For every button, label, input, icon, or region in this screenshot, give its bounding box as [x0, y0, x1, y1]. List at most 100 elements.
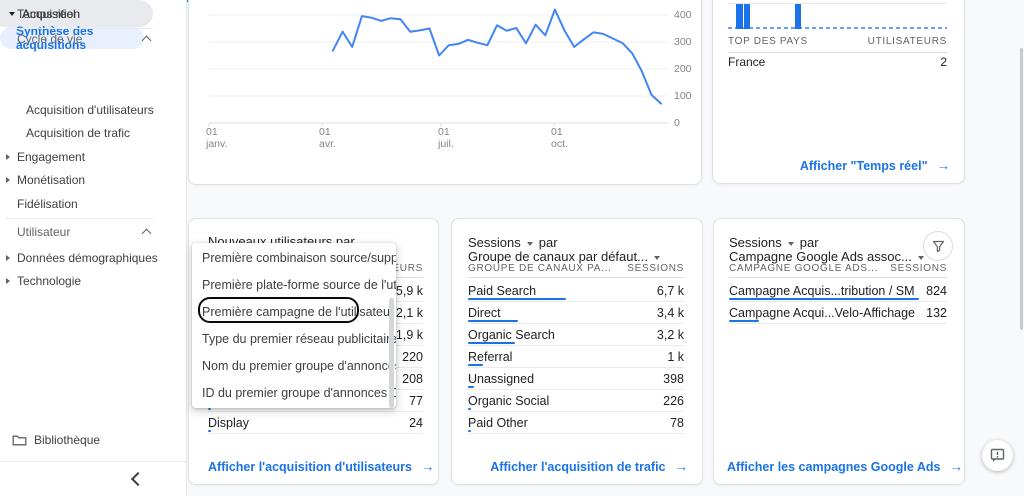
view-google-ads-campaigns-link[interactable]: Afficher les campagnes Google Ads→: [727, 459, 949, 474]
row-label: Paid Search: [468, 284, 536, 298]
menu-scrollbar[interactable]: [389, 298, 394, 408]
link-label: Afficher les campagnes Google Ads: [727, 460, 940, 474]
triangle-right-icon: [6, 177, 10, 183]
menu-item[interactable]: Première combinaison source/support d...: [192, 244, 396, 271]
column-utilisateurs: UTILISATEURS: [868, 36, 947, 47]
dropdown-caret-icon: [788, 242, 794, 246]
menu-item[interactable]: Type du premier réseau publicitaire Goog…: [192, 326, 396, 353]
row-bar: [729, 298, 919, 300]
divider: [6, 218, 153, 219]
section-label: Cycle de vie: [17, 32, 82, 46]
x-axis-tick-label: 01oct.: [551, 126, 568, 150]
sidebar-item-acquisition-utilisateurs[interactable]: Acquisition d'utilisateurs: [26, 99, 154, 121]
sidebar-item-fidelisation[interactable]: Fidélisation: [17, 193, 78, 215]
table-row: Organic Search3,2 k: [468, 324, 684, 346]
row-label: Campagne Acqui...Velo-Affichage: [729, 306, 915, 320]
row-bar: [468, 364, 483, 366]
column-sessions: SESSIONS: [890, 263, 947, 274]
menu-item[interactable]: ID du premier groupe d'annonces Google..…: [192, 380, 396, 407]
row-label: Campagne Acquis...tribution / SM: [729, 284, 915, 298]
sparkline-gridline: [728, 3, 947, 4]
row-bar: [208, 408, 211, 410]
country-value: 2: [940, 55, 947, 69]
row-label: Unassigned: [468, 372, 534, 386]
sidebar-collapse-button[interactable]: [128, 471, 144, 487]
y-axis-tick-label: 100: [674, 90, 698, 102]
row-bar: [208, 430, 211, 432]
table-header: GROUPE DE CANAUX PA... SESSIONS: [468, 263, 684, 274]
metric-label: Sessions: [729, 235, 782, 250]
row-label: Paid Other: [468, 416, 528, 430]
folder-icon: [12, 434, 27, 447]
realtime-minute-bar: [736, 4, 743, 29]
metric-selector[interactable]: Sessions par: [468, 235, 558, 250]
triangle-right-icon: [6, 154, 10, 160]
dropdown-caret-icon: [654, 256, 660, 260]
sidebar-item-donnees-demographiques[interactable]: Données démographiques: [6, 247, 158, 269]
view-traffic-acquisition-link[interactable]: Afficher l'acquisition de trafic→: [468, 459, 688, 474]
y-axis-tick-label: 200: [674, 63, 698, 75]
y-axis-tick-label: 300: [674, 36, 698, 48]
triangle-right-icon: [6, 255, 10, 261]
link-label: Afficher l'acquisition d'utilisateurs: [208, 460, 412, 474]
row-value: 2,1 k: [396, 306, 423, 320]
country-label: France: [728, 55, 765, 69]
table-row: Organic Social226: [468, 390, 684, 412]
sidebar-item-temps-reel[interactable]: Temps réel: [17, 3, 76, 25]
view-user-acquisition-link[interactable]: Afficher l'acquisition d'utilisateurs→: [208, 459, 427, 474]
sidebar: Temps réel Cycle de vie Acquisition Synt…: [0, 0, 187, 496]
preposition-label: par: [539, 235, 558, 250]
sidebar-item-technologie[interactable]: Technologie: [6, 270, 81, 292]
metric-selector[interactable]: Sessions par: [729, 235, 819, 250]
sidebar-item-engagement[interactable]: Engagement: [6, 146, 85, 168]
ga4-acquisition-overview: Temps réel Cycle de vie Acquisition Synt…: [0, 0, 1024, 496]
sidebar-item-acquisition-trafic[interactable]: Acquisition de trafic: [26, 122, 130, 144]
feedback-button[interactable]: [982, 440, 1013, 471]
sidebar-item-label: Monétisation: [17, 173, 85, 187]
filter-button[interactable]: [923, 231, 953, 261]
row-value: 1,9 k: [396, 328, 423, 342]
realtime-table-header: TOP DES PAYS UTILISATEURS: [728, 36, 947, 47]
funnel-icon: [932, 240, 945, 253]
realtime-minute-bar: [795, 4, 802, 29]
sparkline-baseline: [728, 27, 947, 29]
view-realtime-link[interactable]: Afficher "Temps réel"→: [726, 158, 950, 173]
table-row: Campagne Acqui...Velo-Affichage132: [729, 302, 947, 324]
google-ads-campaigns-table: Campagne Acquis...tribution / SM824Campa…: [729, 280, 947, 324]
sidebar-item-bibliotheque[interactable]: Bibliothèque: [12, 429, 100, 451]
section-label: Utilisateur: [17, 225, 70, 239]
sidebar-item-label: Acquisition de trafic: [26, 126, 130, 140]
dimension-selector[interactable]: Groupe de canaux par défaut...: [468, 249, 662, 264]
table-row: Campagne Acquis...tribution / SM824: [729, 280, 947, 302]
dropdown-caret-icon: [918, 256, 924, 260]
row-bar: [468, 320, 518, 322]
divider: [0, 461, 186, 462]
table-header: CAMPAGNE GOOGLE ADS... SESSIONS: [729, 263, 947, 274]
y-axis-tick-label: 400: [674, 9, 698, 21]
table-row: France 2: [728, 55, 947, 69]
sidebar-section-cycle-de-vie[interactable]: Cycle de vie: [17, 31, 150, 47]
row-value: 6,7 k: [657, 284, 684, 298]
realtime-sparkline: [728, 0, 947, 29]
page-scrollbar[interactable]: [1020, 48, 1023, 330]
dropdown-caret-icon: [527, 242, 533, 246]
menu-item[interactable]: Première campagne de l'utilisateur: [192, 298, 396, 325]
y-axis-tick-label: 0: [674, 117, 698, 129]
divider: [729, 277, 947, 278]
row-bar: [468, 342, 515, 344]
dimension-selector[interactable]: Campagne Google Ads assoc...: [729, 249, 926, 264]
users-line-chart: [209, 0, 668, 128]
chevron-up-icon: [142, 35, 152, 45]
table-row: Referral1 k: [468, 346, 684, 368]
sidebar-item-monetisation[interactable]: Monétisation: [6, 169, 85, 191]
menu-item[interactable]: Première plate-forme source de l'utilisa…: [192, 271, 396, 298]
column-groupe-de-canaux: GROUPE DE CANAUX PA...: [468, 263, 612, 274]
menu-item[interactable]: Nom du premier groupe d'annonces Goo...: [192, 353, 396, 380]
row-value: 3,2 k: [657, 328, 684, 342]
divider: [728, 52, 947, 53]
speech-bubble-exclamation-icon: [990, 448, 1005, 463]
sidebar-item-label: Temps réel: [17, 7, 76, 21]
realtime-minute-bar: [744, 4, 751, 29]
sidebar-section-utilisateur[interactable]: Utilisateur: [17, 224, 150, 240]
row-value: 226: [663, 394, 684, 408]
